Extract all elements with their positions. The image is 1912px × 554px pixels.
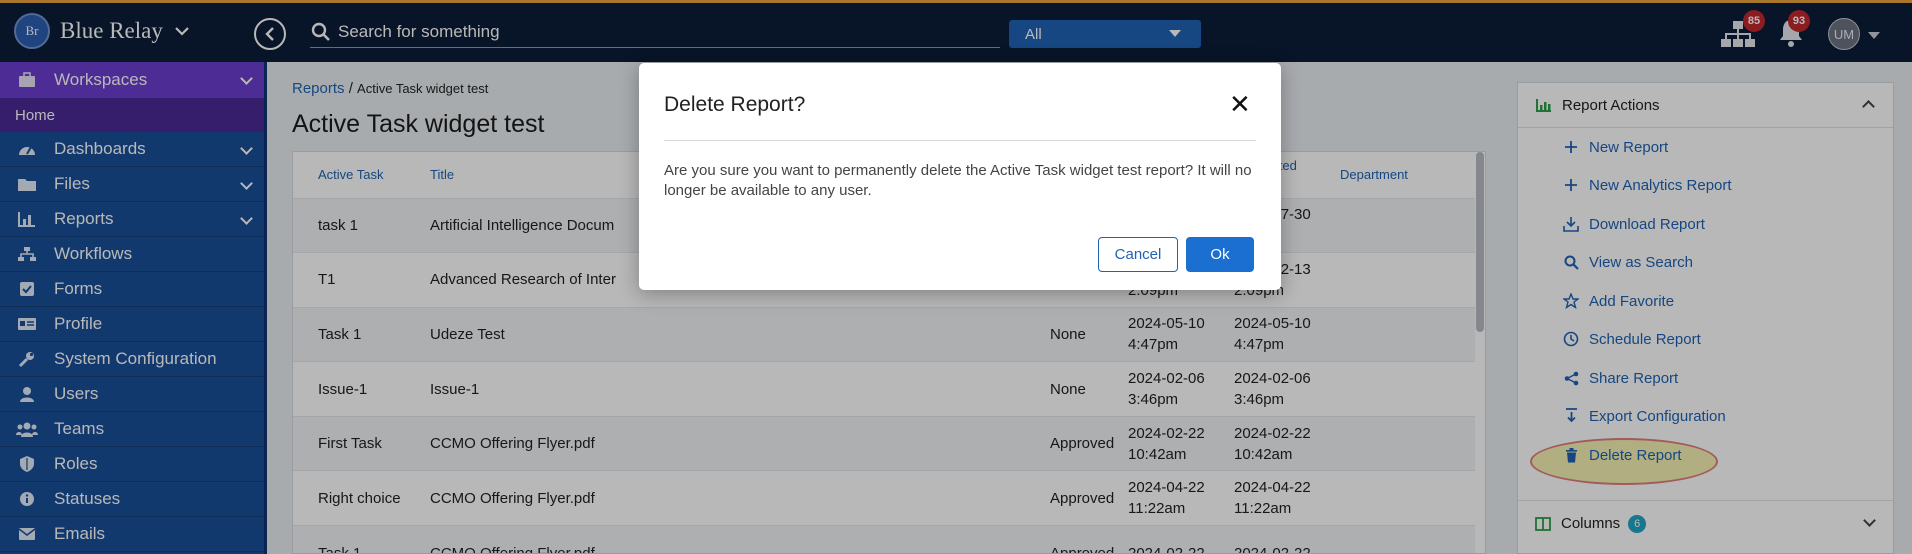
ok-button[interactable]: Ok [1186,237,1254,272]
dialog-message: Are you sure you want to permanently del… [664,162,1252,199]
cancel-button[interactable]: Cancel [1098,237,1178,272]
dialog-title: Delete Report? [664,93,806,116]
close-icon[interactable]: ✕ [1229,91,1251,117]
dialog-divider [664,140,1256,141]
delete-report-dialog: Delete Report? ✕ Are you sure you want t… [639,63,1281,290]
